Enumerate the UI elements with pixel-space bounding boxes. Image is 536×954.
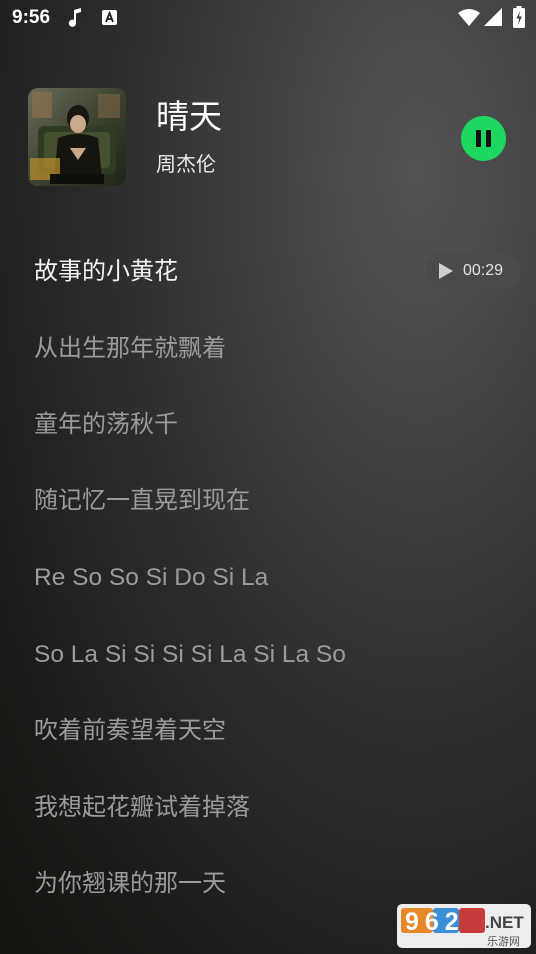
battery-icon — [513, 6, 525, 28]
wifi-icon — [458, 9, 480, 26]
album-cover[interactable] — [28, 88, 126, 186]
status-bar: 9:56 — [0, 0, 536, 36]
status-time: 9:56 — [12, 7, 51, 28]
signal-icon — [484, 8, 502, 26]
song-artist[interactable]: 周杰伦 — [156, 154, 216, 174]
song-title: 晴天 — [156, 97, 222, 136]
lyric-line[interactable]: So La Si Si Si Si La Si La So — [34, 642, 346, 668]
app-notification-icon — [102, 10, 117, 25]
lyric-line[interactable]: 吹着前奏望着天空 — [34, 718, 226, 742]
now-playing-header: 晴天 周杰伦 — [0, 88, 536, 188]
pause-button[interactable] — [461, 116, 506, 161]
lyric-line[interactable]: 为你翘课的那一天 — [34, 871, 226, 895]
watermark-suffix: .NET — [485, 913, 524, 932]
watermark-subtitle: 乐游网 — [487, 935, 520, 948]
lyric-line[interactable]: 童年的荡秋千 — [34, 412, 178, 436]
lyric-line[interactable]: Re So So Si Do Si La — [34, 565, 268, 591]
music-note-icon — [68, 8, 81, 27]
pause-icon — [476, 130, 481, 147]
lyric-line[interactable]: 我想起花瓣试着掉落 — [34, 795, 250, 819]
lyric-line-current[interactable]: 故事的小黄花 — [34, 259, 178, 283]
watermark-number: 962 — [405, 908, 465, 936]
site-watermark: 962 .NET 乐游网 — [395, 902, 533, 950]
play-icon — [439, 263, 453, 279]
seek-to-line-button[interactable]: 00:29 — [426, 253, 521, 289]
lyric-line[interactable]: 从出生那年就飘着 — [34, 336, 226, 360]
lyric-line[interactable]: 随记忆一直晃到现在 — [34, 488, 250, 512]
lyric-timestamp: 00:29 — [463, 262, 504, 279]
